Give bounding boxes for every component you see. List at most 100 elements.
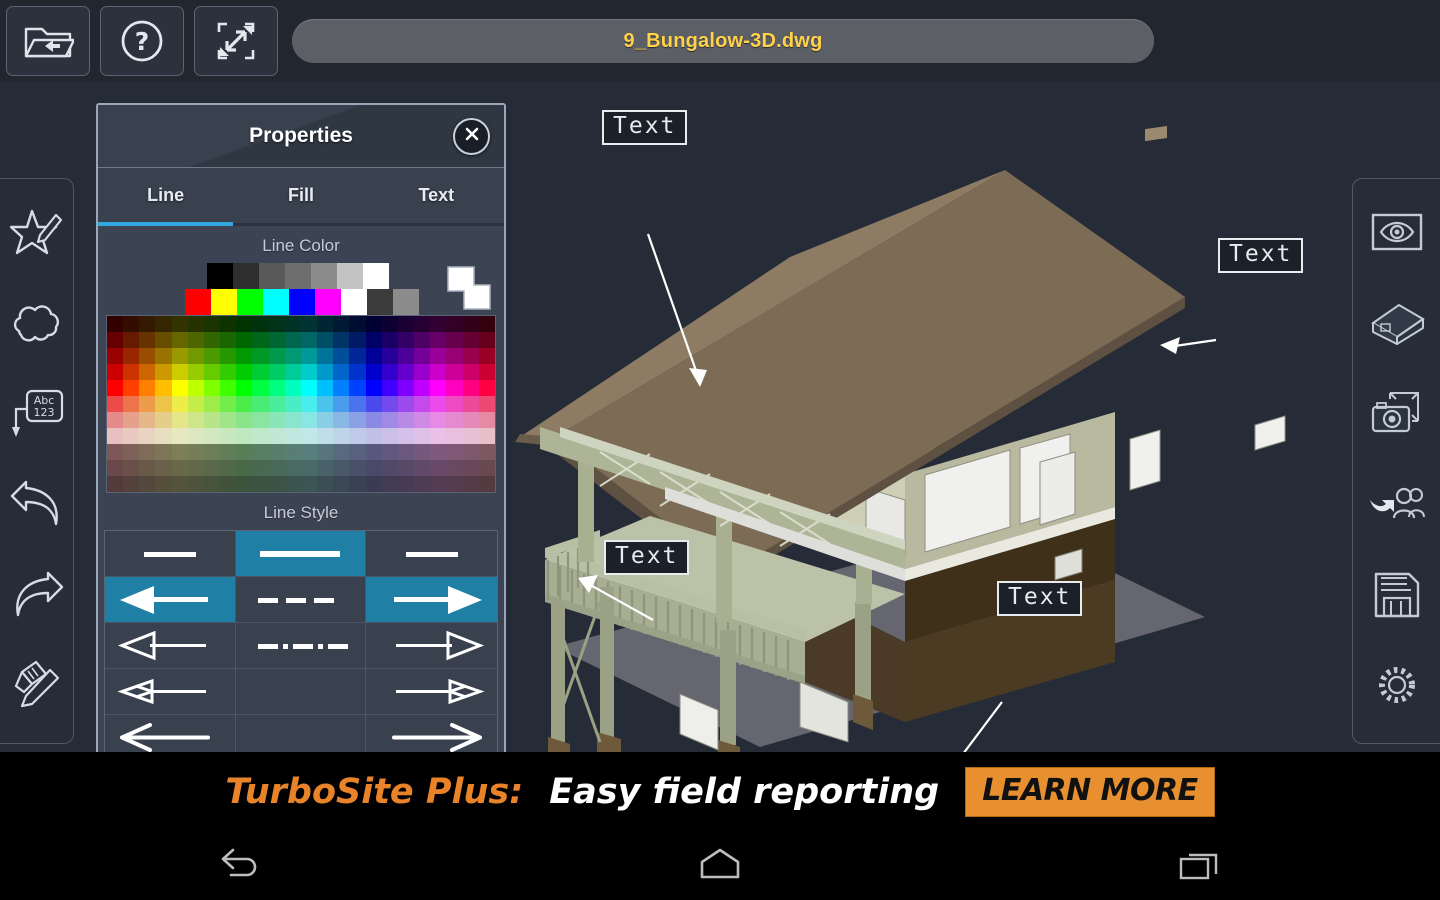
gradient-cell-0-17[interactable] bbox=[381, 316, 398, 332]
gradient-cell-5-23[interactable] bbox=[478, 396, 495, 412]
gradient-cell-7-21[interactable] bbox=[446, 428, 463, 444]
gradient-cell-2-10[interactable] bbox=[268, 348, 285, 364]
gradient-cell-8-18[interactable] bbox=[397, 444, 415, 460]
gradient-cell-3-20[interactable] bbox=[430, 364, 447, 380]
gradient-cell-6-18[interactable] bbox=[397, 412, 415, 428]
gradient-cell-3-12[interactable] bbox=[300, 364, 318, 380]
gradient-cell-5-15[interactable] bbox=[349, 396, 366, 412]
gradient-cell-9-4[interactable] bbox=[171, 460, 188, 476]
gradient-cell-1-6[interactable] bbox=[203, 332, 221, 348]
gradient-cell-10-13[interactable] bbox=[317, 476, 334, 492]
gradient-cell-5-18[interactable] bbox=[397, 396, 415, 412]
gradient-cell-0-8[interactable] bbox=[236, 316, 253, 332]
gradient-cell-9-10[interactable] bbox=[268, 460, 285, 476]
callout-foundation[interactable]: Text bbox=[997, 581, 1083, 616]
cloud-tool[interactable] bbox=[4, 292, 70, 358]
model-3d-tool[interactable] bbox=[1364, 292, 1430, 358]
gradient-cell-7-22[interactable] bbox=[462, 428, 479, 444]
gradient-cell-3-11[interactable] bbox=[284, 364, 301, 380]
swatch-gray-4[interactable] bbox=[311, 263, 337, 289]
gradient-cell-9-1[interactable] bbox=[123, 460, 140, 476]
gradient-cell-7-4[interactable] bbox=[171, 428, 188, 444]
gradient-cell-3-13[interactable] bbox=[317, 364, 334, 380]
gradient-cell-9-3[interactable] bbox=[155, 460, 172, 476]
gradient-cell-10-18[interactable] bbox=[397, 476, 415, 492]
gradient-cell-4-19[interactable] bbox=[414, 380, 431, 396]
gradient-cell-3-8[interactable] bbox=[236, 364, 253, 380]
gradient-cell-10-15[interactable] bbox=[349, 476, 366, 492]
gradient-cell-0-22[interactable] bbox=[462, 316, 479, 332]
gradient-cell-0-13[interactable] bbox=[317, 316, 334, 332]
line-style-double-left[interactable] bbox=[105, 669, 236, 715]
gradient-cell-4-16[interactable] bbox=[365, 380, 382, 396]
gradient-cell-5-7[interactable] bbox=[220, 396, 237, 412]
gradient-cell-6-6[interactable] bbox=[203, 412, 221, 428]
gradient-cell-10-22[interactable] bbox=[462, 476, 479, 492]
filename-field[interactable]: 9_Bungalow-3D.dwg bbox=[292, 19, 1154, 63]
gradient-cell-0-2[interactable] bbox=[139, 316, 156, 332]
gradient-cell-7-16[interactable] bbox=[365, 428, 382, 444]
gradient-cell-2-21[interactable] bbox=[446, 348, 463, 364]
gradient-cell-2-11[interactable] bbox=[284, 348, 301, 364]
gradient-cell-9-19[interactable] bbox=[414, 460, 431, 476]
gradient-cell-10-7[interactable] bbox=[220, 476, 237, 492]
gradient-cell-10-3[interactable] bbox=[155, 476, 172, 492]
gradient-cell-10-11[interactable] bbox=[284, 476, 301, 492]
android-home-button[interactable] bbox=[650, 841, 790, 891]
gradient-cell-5-14[interactable] bbox=[333, 396, 350, 412]
gradient-cell-2-17[interactable] bbox=[381, 348, 398, 364]
gradient-cell-4-14[interactable] bbox=[333, 380, 350, 396]
gradient-cell-3-19[interactable] bbox=[414, 364, 431, 380]
gradient-cell-5-3[interactable] bbox=[155, 396, 172, 412]
gradient-cell-5-5[interactable] bbox=[187, 396, 204, 412]
gradient-cell-3-5[interactable] bbox=[187, 364, 204, 380]
line-style-thin-right[interactable] bbox=[366, 531, 497, 577]
gradient-cell-4-2[interactable] bbox=[139, 380, 156, 396]
gradient-cell-4-22[interactable] bbox=[462, 380, 479, 396]
gradient-cell-0-15[interactable] bbox=[349, 316, 366, 332]
gradient-cell-5-1[interactable] bbox=[123, 396, 140, 412]
fullscreen-button[interactable] bbox=[194, 6, 278, 76]
gradient-cell-2-4[interactable] bbox=[171, 348, 188, 364]
gradient-cell-10-2[interactable] bbox=[139, 476, 156, 492]
gradient-cell-6-11[interactable] bbox=[284, 412, 301, 428]
gradient-cell-3-10[interactable] bbox=[268, 364, 285, 380]
gradient-cell-0-16[interactable] bbox=[365, 316, 382, 332]
swatch-bright-1[interactable] bbox=[211, 289, 237, 315]
gradient-cell-3-15[interactable] bbox=[349, 364, 366, 380]
gradient-cell-4-11[interactable] bbox=[284, 380, 301, 396]
gradient-cell-3-18[interactable] bbox=[397, 364, 415, 380]
gradient-cell-8-20[interactable] bbox=[430, 444, 447, 460]
gradient-cell-9-14[interactable] bbox=[333, 460, 350, 476]
line-style-arrow-left[interactable] bbox=[105, 577, 236, 623]
gradient-cell-6-12[interactable] bbox=[300, 412, 318, 428]
gradient-cell-8-17[interactable] bbox=[381, 444, 398, 460]
gradient-cell-8-7[interactable] bbox=[220, 444, 237, 460]
gradient-cell-8-5[interactable] bbox=[187, 444, 204, 460]
gradient-cell-9-0[interactable] bbox=[107, 460, 124, 476]
gradient-cell-9-18[interactable] bbox=[397, 460, 415, 476]
gradient-cell-4-3[interactable] bbox=[155, 380, 172, 396]
gradient-cell-6-8[interactable] bbox=[236, 412, 253, 428]
text-leader-tool[interactable]: Abc 123 bbox=[4, 383, 70, 449]
gradient-cell-0-20[interactable] bbox=[430, 316, 447, 332]
gradient-cell-8-23[interactable] bbox=[478, 444, 495, 460]
gradient-cell-4-5[interactable] bbox=[187, 380, 204, 396]
redo-tool[interactable] bbox=[4, 564, 70, 630]
gradient-cell-9-9[interactable] bbox=[252, 460, 269, 476]
gradient-cell-3-14[interactable] bbox=[333, 364, 350, 380]
gradient-cell-2-9[interactable] bbox=[252, 348, 269, 364]
gradient-cell-7-2[interactable] bbox=[139, 428, 156, 444]
gradient-cell-2-23[interactable] bbox=[478, 348, 495, 364]
gradient-cell-1-10[interactable] bbox=[268, 332, 285, 348]
gradient-cell-7-14[interactable] bbox=[333, 428, 350, 444]
gradient-cell-4-21[interactable] bbox=[446, 380, 463, 396]
gradient-cell-4-9[interactable] bbox=[252, 380, 269, 396]
line-style-open-right[interactable] bbox=[366, 623, 497, 669]
swatch-gray-2[interactable] bbox=[259, 263, 285, 289]
gradient-cell-1-4[interactable] bbox=[171, 332, 188, 348]
gradient-cell-10-0[interactable] bbox=[107, 476, 124, 492]
gradient-cell-10-1[interactable] bbox=[123, 476, 140, 492]
gradient-cell-1-2[interactable] bbox=[139, 332, 156, 348]
gradient-cell-6-2[interactable] bbox=[139, 412, 156, 428]
